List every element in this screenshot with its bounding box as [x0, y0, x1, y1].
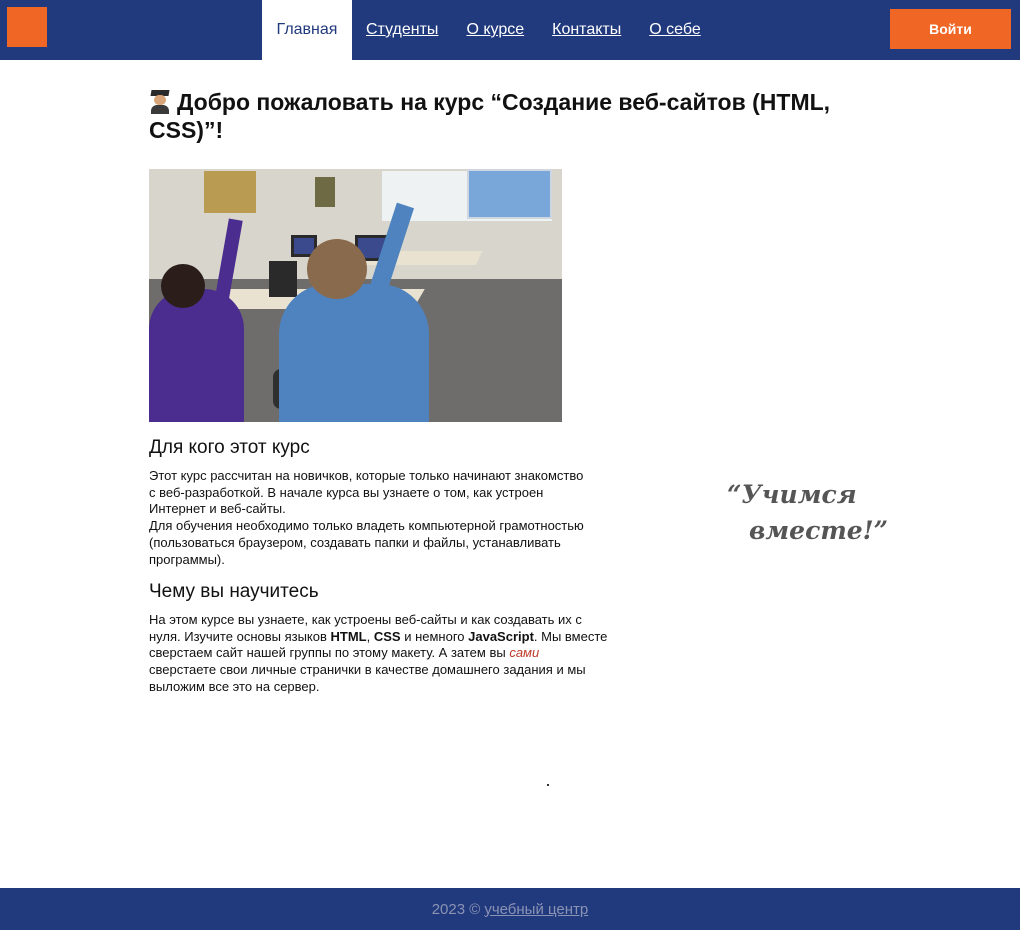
nav-about-me[interactable]: О себе — [635, 0, 715, 60]
for-whom-line: с веб-разработкой. В начале курса вы узн… — [149, 484, 544, 500]
page-title-text: Добро пожаловать на курс “Создание веб-с… — [149, 89, 831, 143]
aside-quote: “Учимся вместе!” — [727, 477, 907, 549]
footer-link[interactable]: учебный центр — [484, 901, 588, 918]
site-header: Главная Студенты О курсе Контакты О себе… — [0, 0, 1020, 60]
quote-line: вместе!” — [749, 516, 889, 545]
main-nav: Главная Студенты О курсе Контакты О себе — [262, 0, 715, 60]
for-whom-line: (пользоваться браузером, создавать папки… — [149, 534, 561, 550]
learn-line: На этом курсе вы узнаете, как устроены в… — [149, 612, 582, 627]
for-whom-line: Этот курс рассчитан на новичков, которые… — [149, 468, 584, 483]
nav-about-course[interactable]: О курсе — [452, 0, 538, 60]
css-keyword: CSS — [373, 628, 401, 644]
nav-students[interactable]: Студенты — [352, 0, 452, 60]
quote-line: “Учимся — [727, 480, 857, 509]
for-whom-heading: Для кого этот курс — [149, 437, 310, 458]
learn-line: сверстаем сайт нашей группы по этому мак… — [149, 645, 540, 661]
page-title: Добро пожаловать на курс “Создание веб-с… — [149, 88, 849, 144]
for-whom-line: Для обучения необходимо только владеть к… — [149, 518, 584, 534]
for-whom-line: программы). — [149, 551, 225, 567]
classroom-photo — [149, 169, 562, 422]
learn-text: На этом курсе вы узнаете, как устроены в… — [149, 612, 607, 696]
emphasis-sami: сами — [509, 645, 540, 661]
for-whom-text: Этот курс рассчитан на новичков, которые… — [149, 468, 584, 568]
nav-contacts[interactable]: Контакты — [538, 0, 635, 60]
login-button[interactable]: Войти — [890, 9, 1011, 49]
main-content: Добро пожаловать на курс “Создание веб-с… — [149, 88, 849, 694]
footer-copyright: 2023 © — [431, 900, 481, 918]
learn-heading: Чему вы научитесь — [149, 581, 319, 602]
learn-line: выложим все это на сервер. — [149, 678, 320, 694]
site-footer: 2023 © учебный центр — [0, 888, 1020, 930]
logo[interactable] — [7, 7, 47, 47]
js-keyword: JavaScript — [468, 628, 534, 644]
page: Главная Студенты О курсе Контакты О себе… — [0, 0, 1020, 930]
nav-home[interactable]: Главная — [262, 0, 352, 60]
html-keyword: HTML — [330, 628, 367, 644]
student-icon — [149, 90, 171, 114]
stray-dot — [547, 784, 549, 786]
learn-line: сверстаете свои личные странички в качес… — [149, 662, 586, 678]
learn-line: нуля. Изучите основы языков HTML, CSS и … — [149, 628, 608, 644]
for-whom-line: Интернет и веб-сайты. — [149, 501, 286, 517]
